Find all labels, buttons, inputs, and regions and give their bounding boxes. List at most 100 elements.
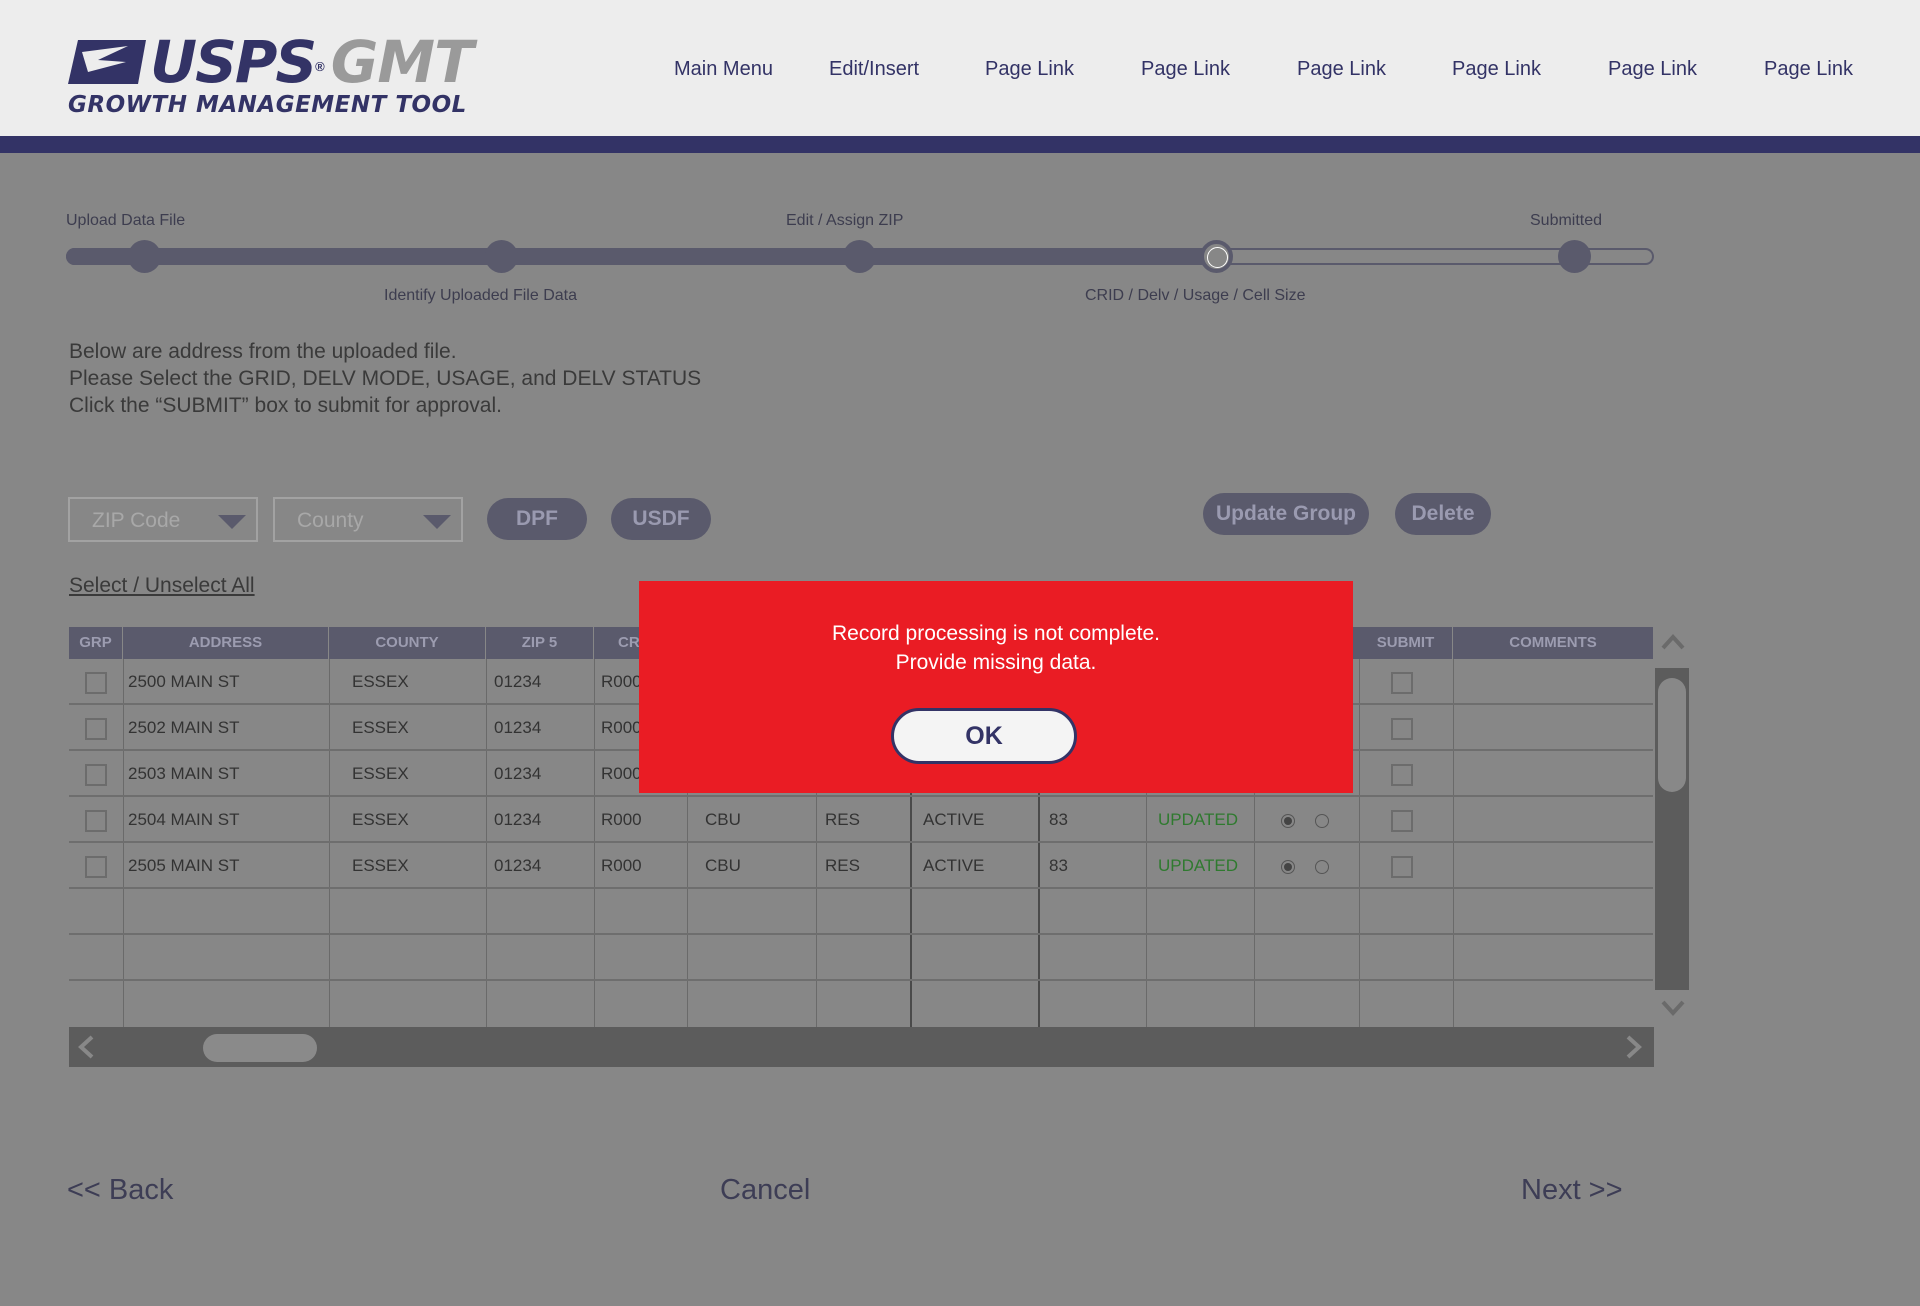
county-cell: ESSEX [352, 672, 409, 691]
vertical-scroll-thumb[interactable] [1658, 678, 1686, 792]
county-placeholder: County [297, 509, 364, 532]
submit-checkbox[interactable] [1391, 856, 1413, 878]
delete-button[interactable]: Delete [1395, 493, 1491, 535]
instruction-line: Please Select the GRID, DELV MODE, USAGE… [69, 367, 702, 390]
step-dot-current[interactable] [1200, 240, 1233, 273]
col-header-zip5: ZIP 5 [486, 627, 594, 659]
col-header-comments: COMMENTS [1453, 627, 1654, 659]
zip-cell: 01234 [494, 672, 542, 691]
crid-cell: R000 [601, 764, 642, 783]
zip-cell: 01234 [494, 856, 542, 875]
step-label-edit-assign: Edit / Assign ZIP [786, 212, 904, 229]
nav-page-link[interactable]: Page Link [1764, 58, 1853, 81]
delv-mode-cell[interactable]: CBU [705, 843, 741, 889]
table-row-empty [69, 889, 1654, 935]
col-header-county: COUNTY [329, 627, 486, 659]
back-link[interactable]: << Back [67, 1174, 173, 1207]
col-header-grp: GRP [69, 627, 123, 659]
table-row[interactable]: 2504 MAIN ST ESSEX 01234 R000 CBU RES AC… [69, 797, 1654, 843]
zip-code-placeholder: ZIP Code [92, 509, 181, 532]
grp-checkbox[interactable] [85, 810, 107, 832]
grp-checkbox[interactable] [85, 718, 107, 740]
chevron-down-icon [218, 515, 246, 529]
usage-cell[interactable]: RES [825, 843, 860, 889]
grp-checkbox[interactable] [85, 764, 107, 786]
nav-page-link[interactable]: Page Link [1608, 58, 1697, 81]
step-dot[interactable] [128, 240, 161, 273]
next-link[interactable]: Next >> [1521, 1174, 1623, 1207]
progress-fill [66, 248, 1216, 265]
address-cell: 2505 MAIN ST [128, 856, 240, 875]
ok-button[interactable]: OK [891, 708, 1077, 764]
grp-checkbox[interactable] [85, 672, 107, 694]
horizontal-scroll-thumb[interactable] [203, 1034, 317, 1062]
instruction-line: Click the “SUBMIT” box to submit for app… [69, 394, 502, 417]
option-radio-selected[interactable] [1281, 814, 1295, 828]
address-cell: 2504 MAIN ST [128, 810, 240, 829]
crid-cell: R000 [601, 856, 642, 875]
chevron-down-icon [423, 515, 451, 529]
crid-cell: R000 [601, 810, 642, 829]
county-cell: ESSEX [352, 764, 409, 783]
nav-main-menu[interactable]: Main Menu [674, 58, 773, 81]
scroll-up-icon[interactable] [1660, 632, 1686, 652]
usdf-button[interactable]: USDF [611, 498, 711, 540]
status-updated: UPDATED [1158, 856, 1238, 875]
cell-size-cell: 83 [1049, 856, 1068, 875]
address-cell: 2500 MAIN ST [128, 672, 240, 691]
nav-page-link[interactable]: Page Link [985, 58, 1074, 81]
county-cell: ESSEX [352, 718, 409, 737]
submit-checkbox[interactable] [1391, 810, 1413, 832]
zip-cell: 01234 [494, 810, 542, 829]
select-unselect-all-link[interactable]: Select / Unselect All [69, 574, 255, 598]
dpf-button[interactable]: DPF [487, 498, 587, 540]
instructions: Below are address from the uploaded file… [69, 338, 701, 419]
step-dot[interactable] [485, 240, 518, 273]
zip-cell: 01234 [494, 718, 542, 737]
option-radio-selected[interactable] [1281, 860, 1295, 874]
modal-message-line: Provide missing data. [895, 651, 1097, 674]
address-cell: 2502 MAIN ST [128, 718, 240, 737]
top-nav: Main Menu Edit/Insert Page Link Page Lin… [0, 58, 1920, 84]
app-header: USPS ® GMT GROWTH MANAGEMENT TOOL Main M… [0, 0, 1920, 136]
cancel-link[interactable]: Cancel [720, 1174, 810, 1207]
col-header-submit: SUBMIT [1359, 627, 1453, 659]
usage-cell[interactable]: RES [825, 797, 860, 843]
delv-status-cell[interactable]: ACTIVE [923, 797, 984, 843]
delv-mode-cell[interactable]: CBU [705, 797, 741, 843]
scroll-right-icon[interactable] [1624, 1034, 1644, 1060]
col-header-address: ADDRESS [123, 627, 329, 659]
table-row-empty [69, 935, 1654, 981]
delv-status-cell[interactable]: ACTIVE [923, 843, 984, 889]
county-cell: ESSEX [352, 856, 409, 875]
instruction-line: Below are address from the uploaded file… [69, 340, 457, 363]
nav-edit-insert[interactable]: Edit/Insert [829, 58, 919, 81]
submit-checkbox[interactable] [1391, 764, 1413, 786]
zip-code-select[interactable]: ZIP Code [68, 497, 258, 542]
grp-checkbox[interactable] [85, 856, 107, 878]
nav-page-link[interactable]: Page Link [1452, 58, 1541, 81]
scroll-left-icon[interactable] [76, 1034, 96, 1060]
submit-checkbox[interactable] [1391, 718, 1413, 740]
table-row[interactable]: 2505 MAIN ST ESSEX 01234 R000 CBU RES AC… [69, 843, 1654, 889]
nav-page-link[interactable]: Page Link [1297, 58, 1386, 81]
update-group-button[interactable]: Update Group [1203, 493, 1369, 535]
step-dot[interactable] [1558, 240, 1591, 273]
step-label-identify: Identify Uploaded File Data [384, 287, 577, 304]
option-radio[interactable] [1315, 814, 1329, 828]
zip-cell: 01234 [494, 764, 542, 783]
header-divider-bar [0, 136, 1920, 153]
crid-cell: R000 [601, 718, 642, 737]
scroll-down-icon[interactable] [1660, 998, 1686, 1018]
submit-checkbox[interactable] [1391, 672, 1413, 694]
address-cell: 2503 MAIN ST [128, 764, 240, 783]
county-select[interactable]: County [273, 497, 463, 542]
option-radio[interactable] [1315, 860, 1329, 874]
crid-cell: R000 [601, 672, 642, 691]
modal-message-line: Record processing is not complete. [832, 622, 1160, 645]
step-dot[interactable] [843, 240, 876, 273]
nav-page-link[interactable]: Page Link [1141, 58, 1230, 81]
logo-subtitle: GROWTH MANAGEMENT TOOL [68, 92, 467, 118]
error-modal: Record processing is not complete. Provi… [639, 581, 1353, 793]
step-label-submitted: Submitted [1530, 212, 1603, 229]
